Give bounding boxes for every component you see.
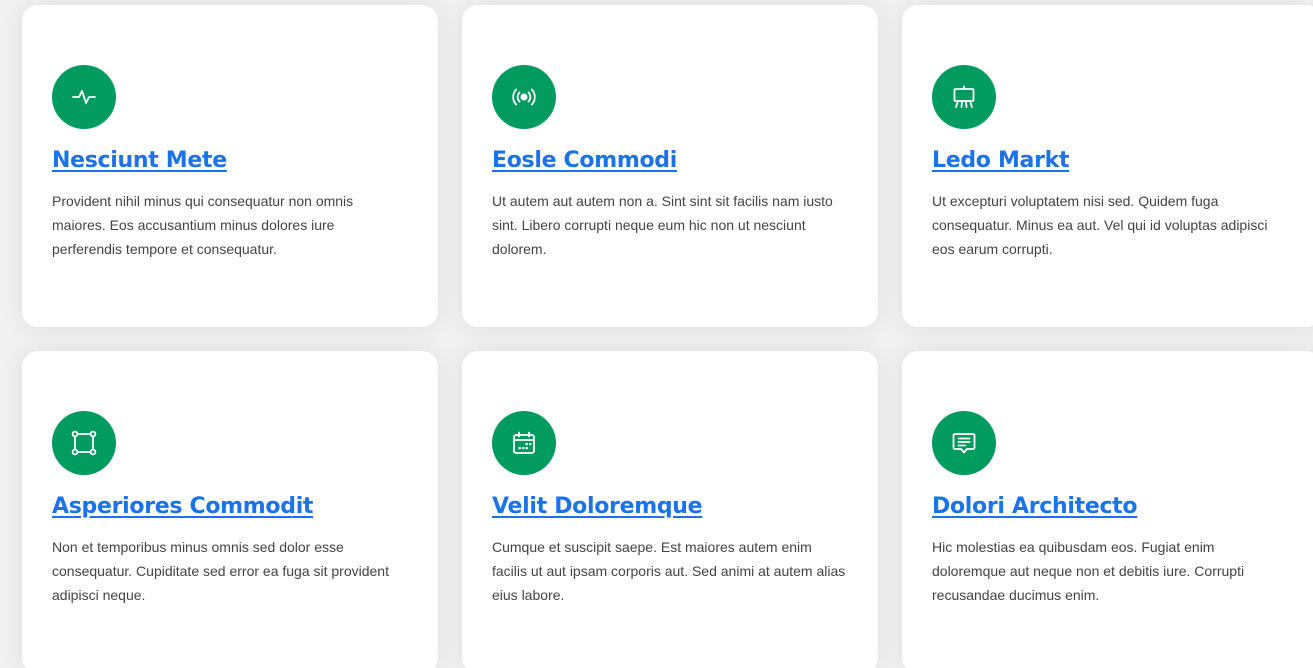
icon-badge bbox=[932, 411, 996, 475]
chat-text-icon bbox=[952, 433, 976, 454]
easel-icon bbox=[953, 85, 975, 108]
service-card: Asperiores Commodit Non et temporibus mi… bbox=[22, 351, 438, 668]
broadcast-icon bbox=[512, 88, 536, 106]
service-description: Provident nihil minus qui consequatur no… bbox=[52, 193, 354, 257]
icon-badge bbox=[932, 65, 996, 129]
service-card: Velit Doloremque Cumque et suscipit saep… bbox=[462, 351, 878, 668]
service-description: Ut autem aut autem non a. Sint sint sit … bbox=[492, 193, 833, 257]
service-title-link[interactable]: Eosle Commodi bbox=[492, 148, 677, 173]
service-description: Cumque et suscipit saepe. Est maiores au… bbox=[492, 539, 846, 603]
services-grid: Nesciunt Mete Provident nihil minus qui … bbox=[0, 0, 1313, 668]
service-description: Hic molestias ea quibusdam eos. Fugiat e… bbox=[932, 539, 1245, 603]
bounding-box-icon bbox=[71, 430, 97, 456]
service-description: Non et temporibus minus omnis sed dolor … bbox=[52, 539, 389, 603]
service-title-link[interactable]: Nesciunt Mete bbox=[52, 148, 227, 173]
service-title-link[interactable]: Dolori Architecto bbox=[932, 494, 1138, 519]
icon-badge bbox=[52, 65, 116, 129]
service-card: Dolori Architecto Hic molestias ea quibu… bbox=[902, 351, 1313, 668]
service-description: Ut excepturi voluptatem nisi sed. Quidem… bbox=[932, 193, 1268, 257]
icon-badge bbox=[492, 411, 556, 475]
service-title-link[interactable]: Velit Doloremque bbox=[492, 494, 703, 519]
service-card: Ledo Markt Ut excepturi voluptatem nisi … bbox=[902, 5, 1313, 327]
activity-icon bbox=[72, 90, 96, 104]
service-title-link[interactable]: Ledo Markt bbox=[932, 148, 1070, 173]
service-title-link[interactable]: Asperiores Commodit bbox=[52, 494, 313, 519]
service-card: Eosle Commodi Ut autem aut autem non a. … bbox=[462, 5, 878, 327]
icon-badge bbox=[492, 65, 556, 129]
icon-badge bbox=[52, 411, 116, 475]
service-card: Nesciunt Mete Provident nihil minus qui … bbox=[22, 5, 438, 327]
calendar-icon bbox=[513, 431, 535, 454]
